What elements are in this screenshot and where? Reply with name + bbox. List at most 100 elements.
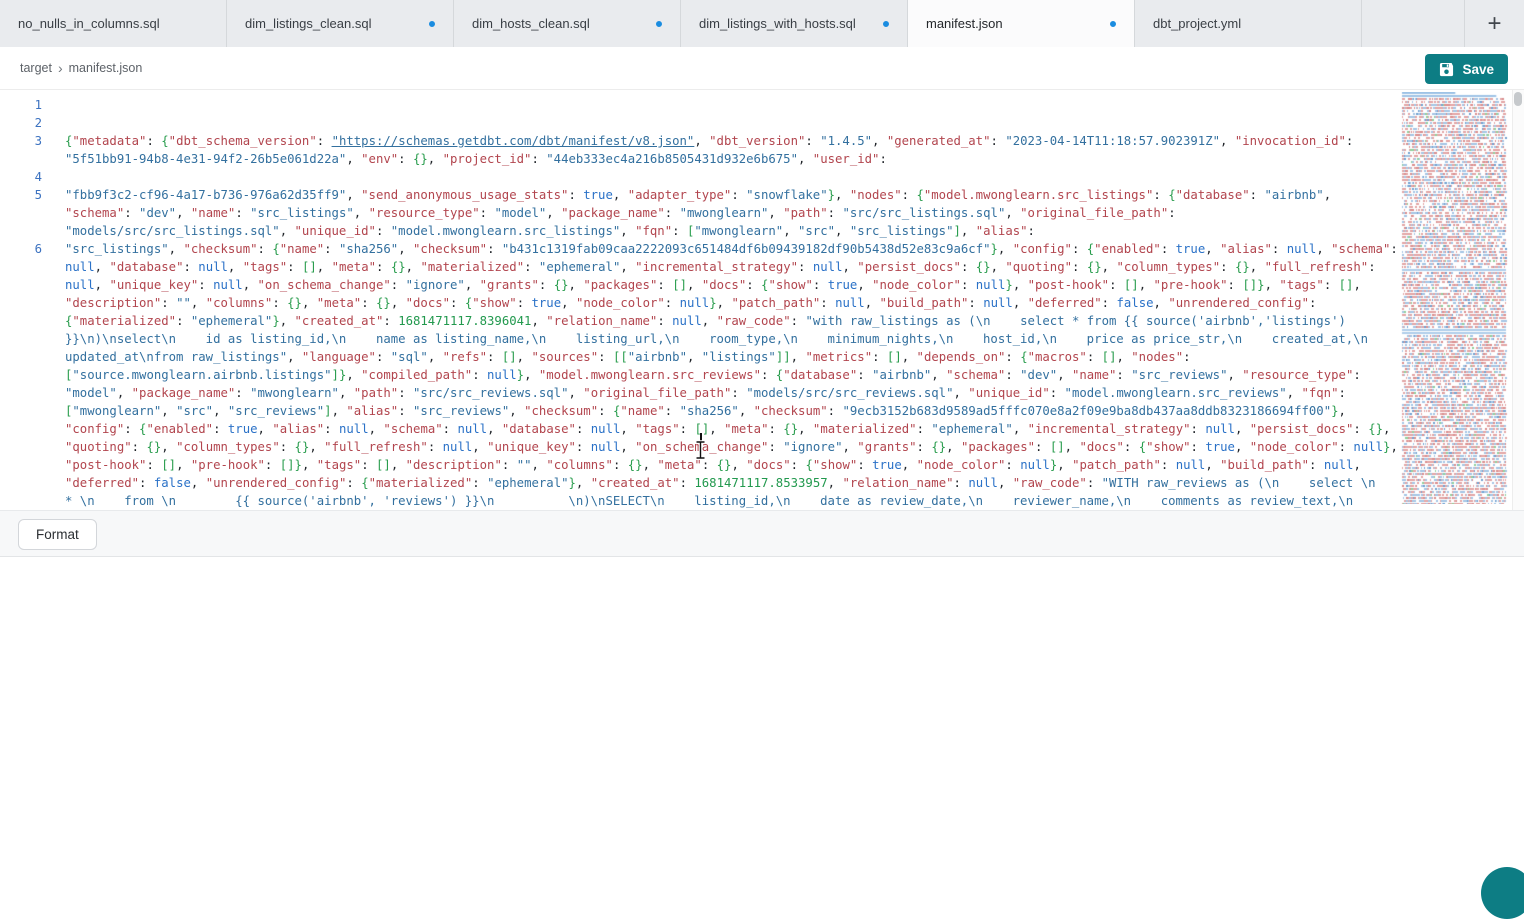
json-token: } — [295, 458, 302, 472]
code-text — [42, 114, 1398, 132]
tab-dim_listings_with_hosts.sql[interactable]: dim_listings_with_hosts.sql — [681, 0, 908, 47]
json-token: "pre-hook" — [1154, 278, 1228, 292]
json-token: "fbb9f3c2-cf96-4a17-b736-976a62d35ff9" — [65, 188, 346, 202]
unsaved-indicator-icon[interactable] — [1110, 21, 1116, 27]
breadcrumb-bar: target›manifest.json Save — [0, 47, 1524, 90]
json-token: null — [1205, 422, 1235, 436]
json-token: "model.mwonglearn.src_reviews" — [1065, 386, 1287, 400]
json-token: "show" — [1146, 440, 1190, 454]
json-token: { — [295, 440, 302, 454]
scrollbar-thumb[interactable] — [1514, 92, 1522, 106]
json-token: "unique_id" — [968, 386, 1049, 400]
json-token: "models/src/src_listings.sql" — [65, 224, 280, 238]
json-token: 1681471117.8396041 — [398, 314, 531, 328]
json-token: "mwonglearn" — [680, 206, 769, 220]
tab-no_nulls_in_columns.sql[interactable]: no_nulls_in_columns.sql — [0, 0, 227, 47]
json-token: "src" — [798, 224, 835, 238]
save-button[interactable]: Save — [1425, 54, 1508, 84]
json-token: [ — [1102, 350, 1109, 364]
json-token: null — [487, 368, 517, 382]
json-token: { — [916, 188, 923, 202]
json-token: "checksum" — [754, 404, 828, 418]
json-token: { — [287, 296, 294, 310]
json-token: "docs" — [702, 278, 746, 292]
json-token: "tags" — [1279, 278, 1323, 292]
add-tab-button[interactable]: + — [1464, 0, 1524, 47]
json-token: "schema" — [383, 422, 442, 436]
json-token: "build_path" — [880, 296, 969, 310]
json-token: "invocation_id" — [1235, 134, 1346, 148]
tab-dbt_project.yml[interactable]: dbt_project.yml — [1135, 0, 1362, 47]
json-token: "materialized" — [813, 422, 917, 436]
json-token: { — [146, 440, 153, 454]
tab-dim_hosts_clean.sql[interactable]: dim_hosts_clean.sql — [454, 0, 681, 47]
breadcrumb-item[interactable]: manifest.json — [69, 61, 143, 75]
json-token: ] — [509, 350, 516, 364]
json-token: [ — [1339, 278, 1346, 292]
json-token: } — [791, 422, 798, 436]
json-token: "enabled" — [146, 422, 213, 436]
code-line: 5"fbb9f3c2-cf96-4a17-b736-976a62d35ff9",… — [0, 186, 1524, 240]
json-token: "" — [176, 296, 191, 310]
json-token: "https://schemas.getdbt.com/dbt/manifest… — [332, 134, 695, 148]
json-token: "model.mwonglearn.src_listings" — [924, 188, 1154, 202]
editor-minimap[interactable] — [1400, 92, 1510, 504]
json-token: } — [1094, 260, 1101, 274]
json-token: "columns" — [546, 458, 613, 472]
unsaved-indicator-icon[interactable] — [429, 21, 435, 27]
breadcrumb-item[interactable]: target — [20, 61, 52, 75]
json-token: } — [1242, 260, 1249, 274]
json-token: "metrics" — [805, 350, 872, 364]
json-token: "created_at" — [295, 314, 384, 328]
json-token: "docs" — [1079, 440, 1123, 454]
editor-scrollbar[interactable] — [1512, 90, 1524, 510]
line-number: 4 — [0, 168, 42, 186]
save-icon — [1439, 62, 1454, 77]
json-token: [ — [672, 278, 679, 292]
json-token: "relation_name" — [546, 314, 657, 328]
json-token: { — [931, 440, 938, 454]
json-token: "column_types" — [1116, 260, 1220, 274]
json-token: "path" — [354, 386, 398, 400]
json-token: "unique_id" — [295, 224, 376, 238]
json-token: null — [976, 278, 1006, 292]
json-token: "project_id" — [443, 152, 532, 166]
code-editor[interactable]: 123{"metadata": {"dbt_schema_version": "… — [0, 90, 1524, 510]
json-token: "b431c1319fab09caa2222093c651484df6b0943… — [502, 242, 991, 256]
json-token: "materialized" — [420, 260, 524, 274]
json-token: ] — [287, 458, 294, 472]
json-token: { — [1368, 422, 1375, 436]
json-token: "post-hook" — [65, 458, 146, 472]
json-token: null — [443, 440, 473, 454]
json-token: } — [517, 368, 524, 382]
tab-manifest.json[interactable]: manifest.json — [908, 0, 1135, 47]
json-token: "incremental_strategy" — [635, 260, 798, 274]
json-token: "database" — [1176, 188, 1250, 202]
json-token: ] — [383, 458, 390, 472]
json-token: "snowflake" — [746, 188, 827, 202]
json-token: "package_name" — [132, 386, 236, 400]
json-token: "unique_key" — [109, 278, 198, 292]
json-token: ] — [169, 458, 176, 472]
code-line: 6"src_listings", "checksum": {"name": "s… — [0, 240, 1524, 510]
json-token: ] — [954, 224, 961, 238]
json-token: "deferred" — [1028, 296, 1102, 310]
line-number: 6 — [0, 240, 42, 510]
json-token: "packages" — [583, 278, 657, 292]
code-text: "fbb9f3c2-cf96-4a17-b736-976a62d35ff9", … — [42, 186, 1398, 240]
json-token: "unrendered_config" — [1168, 296, 1309, 310]
json-token: ] — [783, 350, 790, 364]
json-token: "created_at" — [591, 476, 680, 490]
json-token: } — [569, 476, 576, 490]
unsaved-indicator-icon[interactable] — [883, 21, 889, 27]
tab-dim_listings_clean.sql[interactable]: dim_listings_clean.sql — [227, 0, 454, 47]
unsaved-indicator-icon[interactable] — [656, 21, 662, 27]
json-token: "node_color" — [917, 458, 1006, 472]
code-line: 4 — [0, 168, 1524, 186]
json-token: "alias" — [976, 224, 1028, 238]
json-token: "sha256" — [339, 242, 398, 256]
format-button[interactable]: Format — [18, 519, 97, 550]
json-token: { — [1020, 350, 1027, 364]
line-number: 3 — [0, 132, 42, 168]
json-token: "name" — [191, 206, 235, 220]
